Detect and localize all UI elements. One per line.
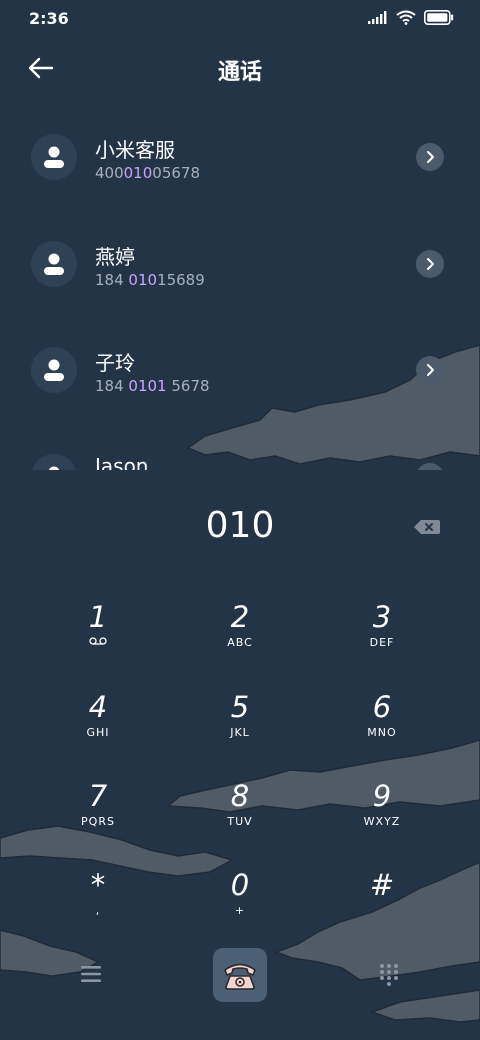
contact-detail-button[interactable] [416, 356, 444, 384]
key-hash[interactable]: # [317, 868, 447, 948]
status-icons [368, 10, 454, 25]
key-digit: 7 [88, 779, 108, 813]
key-letters: JKL [230, 726, 250, 739]
key-8[interactable]: 8 TUV [175, 779, 305, 859]
key-9[interactable]: 9 WXYZ [317, 779, 447, 859]
key-letters: , [95, 904, 101, 917]
status-time: 2:36 [29, 9, 69, 28]
key-letters: GHI [86, 726, 110, 739]
key-digit: 5 [230, 690, 250, 724]
contact-number: 184 0101 5678 [95, 377, 210, 395]
contact-detail-button[interactable] [416, 463, 444, 470]
contact-name: Jason [95, 454, 149, 470]
key-digit: 9 [372, 779, 392, 813]
dialed-number: 010 [205, 505, 275, 546]
telephone-icon [224, 963, 256, 990]
key-1[interactable]: 1 [33, 600, 163, 680]
voicemail-icon [89, 637, 107, 645]
key-digit: 3 [372, 600, 392, 634]
contact-name: 燕婷 [95, 245, 135, 269]
key-2[interactable]: 2 ABC [175, 600, 305, 680]
key-digit: 0 [230, 868, 250, 902]
contact-results-list: 小米客服 40001005678 燕婷 184 01015689 子玲 184 … [0, 110, 480, 470]
contact-row[interactable]: 燕婷 184 01015689 [0, 217, 480, 317]
avatar [31, 454, 77, 470]
key-digit: 1 [88, 600, 108, 634]
key-letters: ABC [227, 636, 253, 649]
key-letters [317, 904, 447, 920]
chevron-right-icon [427, 364, 434, 376]
contact-name: 子玲 [95, 351, 135, 375]
status-bar: 2:36 [0, 0, 480, 38]
key-digit: 4 [88, 690, 108, 724]
contact-detail-button[interactable] [416, 250, 444, 278]
dialpad-button[interactable] [378, 963, 400, 987]
battery-icon [424, 10, 454, 25]
contact-name: 小米客服 [95, 138, 175, 162]
person-icon [44, 359, 64, 381]
key-letters: MNO [367, 726, 397, 739]
menu-button[interactable] [80, 964, 102, 984]
key-digit: 2 [230, 600, 250, 634]
avatar [31, 241, 77, 287]
key-digit: 8 [230, 779, 250, 813]
contact-row[interactable]: 子玲 184 0101 5678 [0, 323, 480, 423]
header: 通话 [0, 40, 480, 98]
key-7[interactable]: 7 PQRS [33, 779, 163, 859]
backspace-icon [414, 520, 440, 534]
key-letters: + [234, 904, 246, 917]
page-title: 通话 [217, 60, 262, 85]
key-digit: # [369, 868, 395, 902]
call-button[interactable] [213, 948, 267, 1002]
backspace-button[interactable] [413, 517, 441, 537]
key-4[interactable]: 4 GHI [33, 690, 163, 770]
key-letters: TUV [227, 815, 253, 828]
avatar [31, 347, 77, 393]
key-letters [33, 636, 163, 652]
key-letters: DEF [369, 636, 395, 649]
bottom-bar [0, 946, 480, 1006]
dialpad-icon [380, 964, 398, 986]
person-icon [44, 146, 64, 168]
person-icon [44, 253, 64, 275]
key-digit: * [90, 868, 106, 902]
wifi-icon [396, 10, 416, 25]
contact-row[interactable]: Jason [0, 430, 480, 470]
person-icon [48, 466, 60, 470]
key-0[interactable]: 0 + [175, 868, 305, 948]
chevron-right-icon [427, 258, 434, 270]
chevron-right-icon [427, 151, 434, 163]
key-star[interactable]: * , [33, 868, 163, 948]
key-6[interactable]: 6 MNO [317, 690, 447, 770]
key-letters: WXYZ [363, 815, 401, 828]
contact-number: 40001005678 [95, 164, 200, 182]
signal-icon [368, 11, 387, 24]
key-5[interactable]: 5 JKL [175, 690, 305, 770]
key-3[interactable]: 3 DEF [317, 600, 447, 680]
key-digit: 6 [372, 690, 392, 724]
avatar [31, 134, 77, 180]
contact-detail-button[interactable] [416, 143, 444, 171]
key-letters: PQRS [81, 815, 115, 828]
contact-number: 184 01015689 [95, 271, 205, 289]
contact-row[interactable]: 小米客服 40001005678 [0, 110, 480, 210]
menu-icon [81, 966, 101, 982]
